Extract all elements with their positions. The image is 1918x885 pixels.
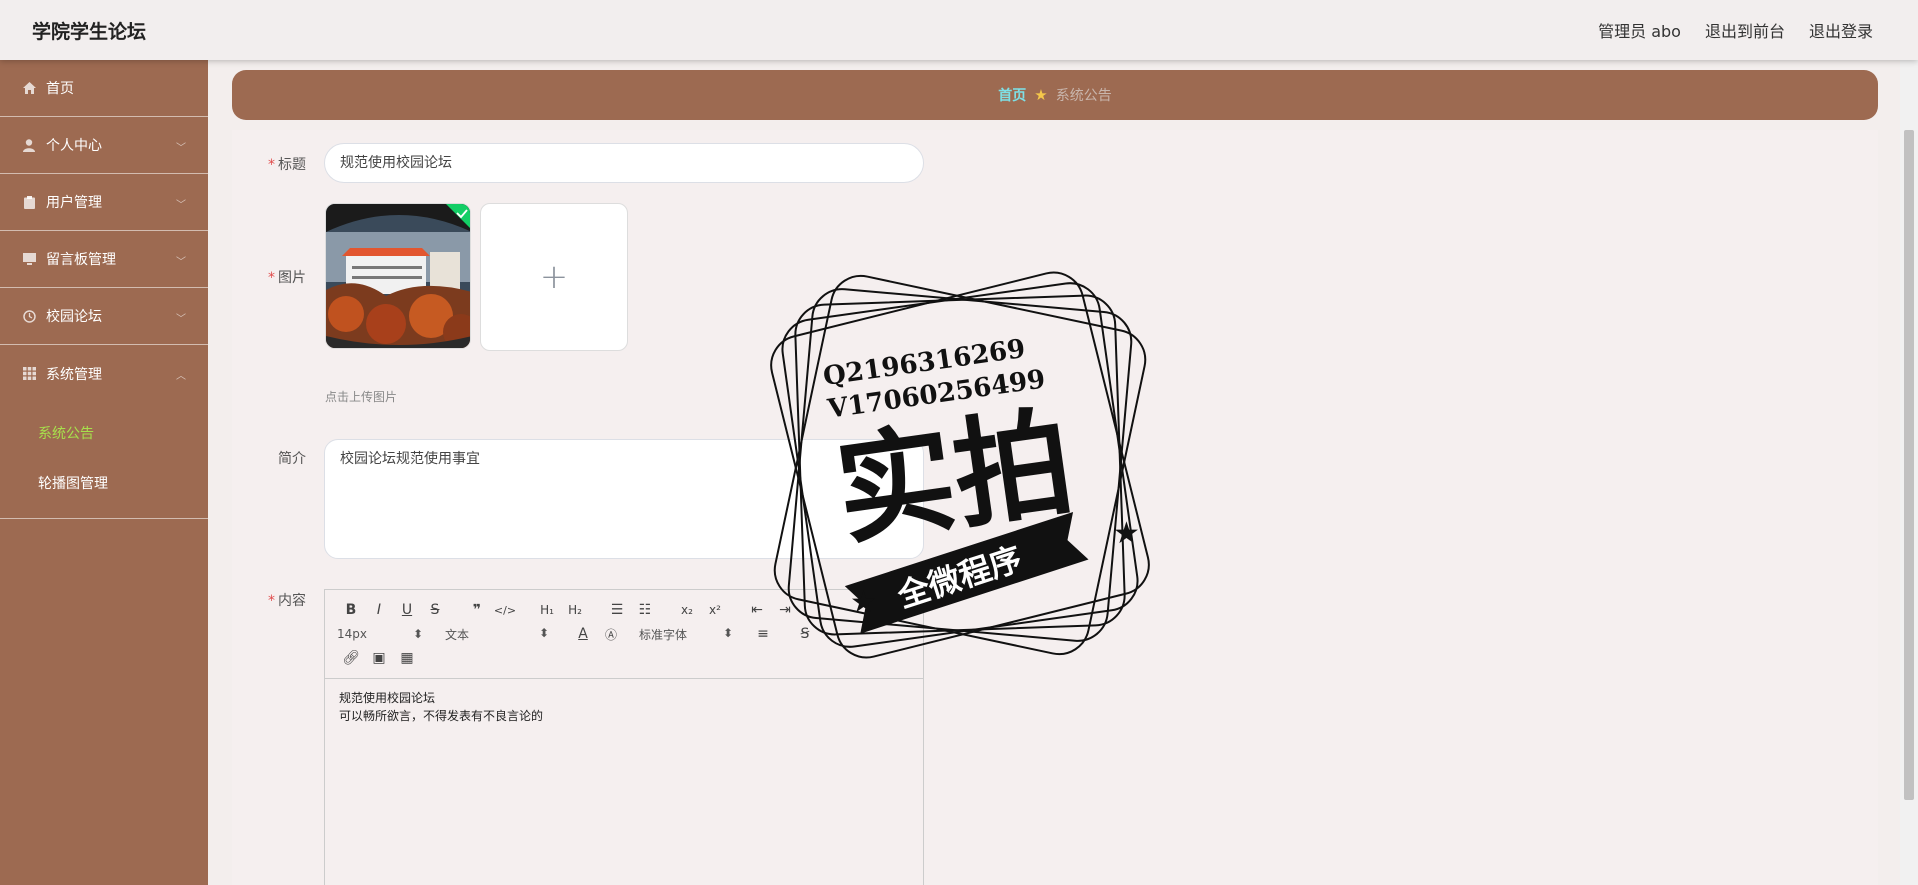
sidebar-item-forum[interactable]: 校园论坛 ﹀ xyxy=(0,288,208,345)
header1-icon[interactable]: H₁ xyxy=(533,603,561,617)
breadcrumb: 首页 ★ 系统公告 xyxy=(232,70,1878,120)
breadcrumb-current: 系统公告 xyxy=(1055,88,1112,104)
font-family-select[interactable]: 标准字体 ⬍ xyxy=(639,626,739,643)
sidebar: 首页 个人中心 ﹀ 用户管理 ﹀ 留言板管理 ﹀ 校园论坛 ﹀ 系统管理 ︿ 系… xyxy=(0,60,208,885)
bold-icon[interactable]: B xyxy=(337,602,365,618)
underline-icon[interactable]: U xyxy=(393,602,421,618)
bullet-list-icon[interactable]: ☷ xyxy=(631,602,659,618)
outdent-icon[interactable]: ⇤ xyxy=(743,602,771,618)
announcement-form: * 标题 规范使用校园论坛 * 图片 + 点击上传图片 简介 校园论坛规范使用事… xyxy=(232,130,1878,885)
sidebar-item-users[interactable]: 用户管理 ﹀ xyxy=(0,174,208,231)
sidebar-subitem-carousel[interactable]: 轮播图管理 xyxy=(0,458,208,508)
chevron-down-icon: ﹀ xyxy=(176,257,186,268)
sidebar-subitem-announcement[interactable]: 系统公告 xyxy=(0,408,208,458)
breadcrumb-home[interactable]: 首页 xyxy=(998,85,1026,105)
indent-icon[interactable]: ⇥ xyxy=(771,602,799,618)
block-format-select[interactable]: 文本 ⬍ xyxy=(445,626,555,643)
font-size-select[interactable]: 14px ⬍ xyxy=(337,627,429,641)
header2-icon[interactable]: H₂ xyxy=(561,603,589,617)
image-label: * 图片 xyxy=(268,270,306,286)
superscript-icon[interactable]: x² xyxy=(701,603,729,617)
video-icon[interactable]: ▦ xyxy=(393,650,421,666)
editor-content[interactable]: 规范使用校园论坛 可以畅所欲言，不得发表有不良言论的 xyxy=(325,679,923,735)
ordered-list-icon[interactable]: ☰ xyxy=(603,602,631,618)
intro-label: 简介 xyxy=(278,451,306,467)
subscript-icon[interactable]: x₂ xyxy=(673,603,701,617)
chevron-down-icon: ﹀ xyxy=(176,314,186,325)
italic-icon[interactable]: I xyxy=(365,602,393,618)
sidebar-item-label: 校园论坛 xyxy=(46,309,102,325)
top-actions: 管理员 abo 退出到前台 退出登录 xyxy=(1598,18,1873,42)
plus-icon: + xyxy=(539,257,569,297)
sidebar-item-label: 个人中心 xyxy=(46,138,102,154)
strikethrough-icon[interactable]: S xyxy=(421,602,449,618)
rich-text-editor: B I U S ❞ </> H₁ H₂ ☰ ☷ x₂ x² ⇤ ⇥ 14px ⬍… xyxy=(324,589,924,885)
user-icon xyxy=(22,138,36,152)
main-content: 首页 ★ 系统公告 * 标题 规范使用校园论坛 * 图片 + 点击上传图片 简介… xyxy=(208,60,1900,885)
home-icon xyxy=(22,81,36,95)
title-input[interactable]: 规范使用校园论坛 xyxy=(324,143,924,183)
blockquote-icon[interactable]: ❞ xyxy=(463,602,491,618)
sidebar-item-label: 首页 xyxy=(46,81,74,97)
intro-textarea[interactable]: 校园论坛规范使用事宜 xyxy=(324,439,924,559)
clear-format-icon[interactable]: Ꞩ xyxy=(791,626,819,642)
scrollbar[interactable] xyxy=(1900,60,1918,885)
system-submenu: 系统公告 轮播图管理 xyxy=(0,402,208,519)
editor-line: 规范使用校园论坛 xyxy=(339,691,436,705)
app-title: 学院学生论坛 xyxy=(32,20,147,43)
content-label: * 内容 xyxy=(268,593,306,609)
upload-add-button[interactable]: + xyxy=(480,203,628,351)
chevron-down-icon: ﹀ xyxy=(176,143,186,154)
sidebar-item-personal[interactable]: 个人中心 ﹀ xyxy=(0,117,208,174)
sidebar-item-label: 留言板管理 xyxy=(46,252,116,268)
admin-user-label: 管理员 abo xyxy=(1598,22,1681,41)
scroll-thumb[interactable] xyxy=(1904,130,1914,800)
sidebar-item-system[interactable]: 系统管理 ︿ xyxy=(0,345,208,402)
align-icon[interactable]: ≡ xyxy=(749,626,777,642)
goto-front-link[interactable]: 退出到前台 xyxy=(1705,18,1785,42)
clipboard-icon xyxy=(22,195,36,209)
upload-tip: 点击上传图片 xyxy=(325,390,398,404)
code-block-icon[interactable]: </> xyxy=(491,604,519,617)
image-icon[interactable]: ▣ xyxy=(365,650,393,666)
star-icon: ★ xyxy=(1034,86,1048,104)
clock-icon xyxy=(22,309,36,323)
sidebar-item-home[interactable]: 首页 xyxy=(0,60,208,117)
sidebar-item-messageboard[interactable]: 留言板管理 ﹀ xyxy=(0,231,208,288)
editor-toolbar: B I U S ❞ </> H₁ H₂ ☰ ☷ x₂ x² ⇤ ⇥ 14px ⬍… xyxy=(325,590,923,679)
logout-link[interactable]: 退出登录 xyxy=(1809,18,1873,42)
font-color-icon[interactable]: A xyxy=(569,626,597,642)
link-icon[interactable]: 🔗︎ xyxy=(337,650,365,666)
editor-line: 可以畅所欲言，不得发表有不良言论的 xyxy=(339,709,544,723)
uploaded-image[interactable] xyxy=(325,203,471,349)
top-header: 学院学生论坛 管理员 abo 退出到前台 退出登录 xyxy=(0,0,1918,60)
chevron-down-icon: ﹀ xyxy=(176,200,186,211)
grid-icon xyxy=(22,367,36,381)
chevron-up-icon: ︿ xyxy=(176,371,186,382)
sidebar-item-label: 系统管理 xyxy=(46,366,102,383)
sidebar-item-label: 用户管理 xyxy=(46,195,102,211)
monitor-icon xyxy=(22,252,36,266)
background-color-icon[interactable]: Ⓐ xyxy=(597,626,625,643)
title-label: * 标题 xyxy=(268,157,306,173)
